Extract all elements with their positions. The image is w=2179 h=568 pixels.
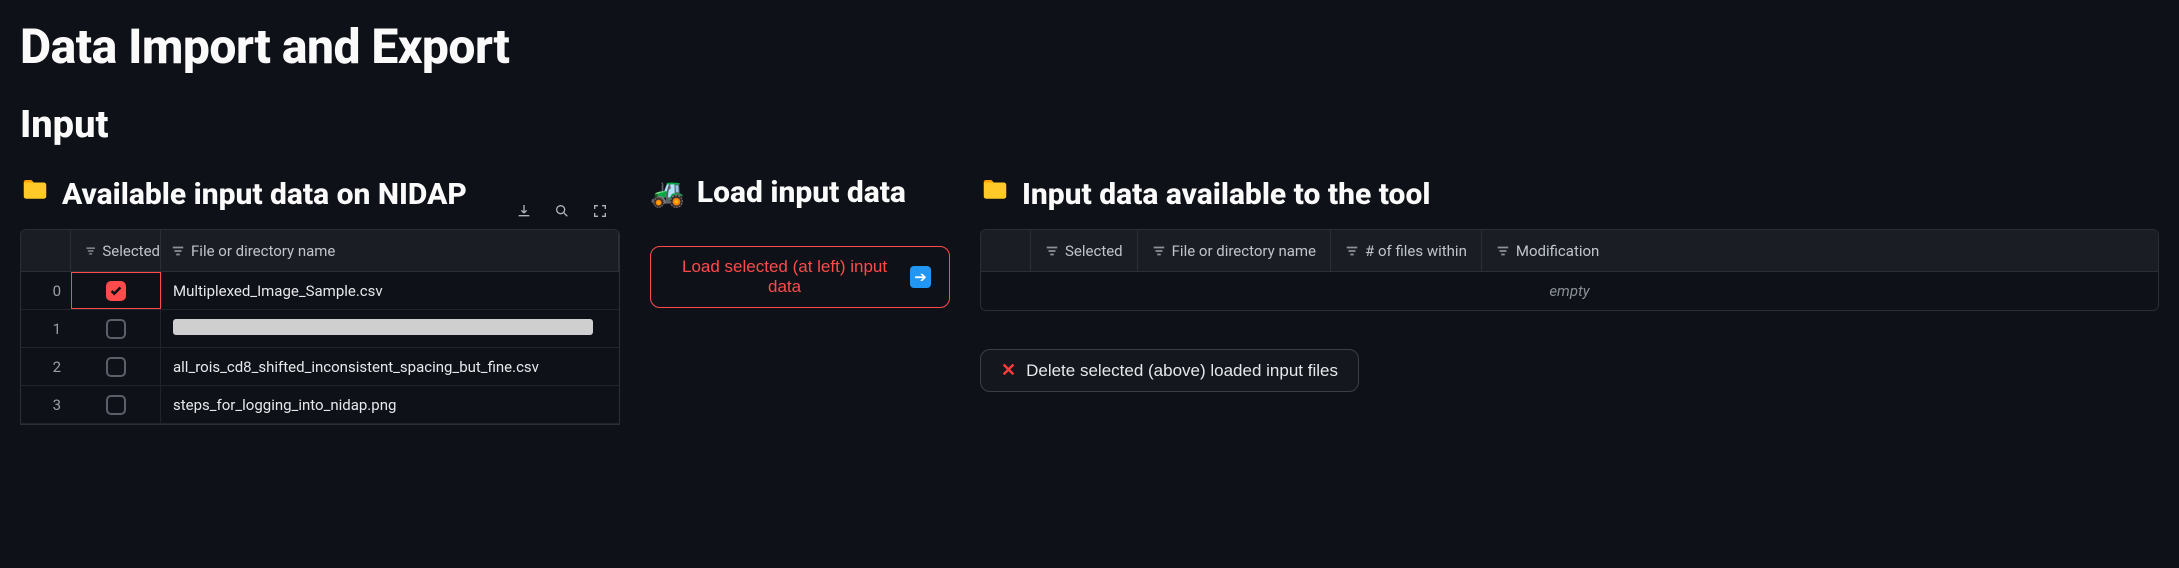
table-row[interactable]: 0 Multiplexed_Image_Sample.csv — [21, 272, 619, 310]
search-icon[interactable] — [554, 203, 570, 223]
checkbox[interactable] — [106, 395, 126, 415]
row-checkbox-cell[interactable] — [71, 348, 161, 385]
available-panel-title: Available input data on NIDAP — [20, 175, 467, 213]
col-selected[interactable]: Selected — [71, 230, 161, 271]
available-table-header: Selected File or directory name — [21, 230, 619, 272]
table-row[interactable]: 1 — [21, 310, 619, 348]
col-mtime[interactable]: Modification — [1482, 230, 1613, 271]
loaded-table-empty: empty — [981, 272, 2158, 310]
folder-icon — [20, 175, 50, 213]
page-title: Data Import and Export — [20, 18, 2159, 75]
checkbox[interactable] — [106, 357, 126, 377]
delete-loaded-button-label: Delete selected (above) loaded input fil… — [1026, 361, 1338, 381]
checkbox[interactable] — [106, 281, 126, 301]
load-selected-button-label: Load selected (at left) input data — [669, 257, 900, 297]
col-count[interactable]: # of files within — [1331, 230, 1482, 271]
checkbox[interactable] — [106, 319, 126, 339]
col-name-2-label: File or directory name — [1172, 242, 1316, 260]
row-checkbox-cell[interactable] — [71, 310, 161, 347]
row-filename: all_rois_cd8_shifted_inconsistent_spacin… — [161, 358, 619, 376]
section-title: Input — [20, 103, 2159, 147]
folder-icon — [980, 175, 1010, 213]
table-row[interactable]: 3 steps_for_logging_into_nidap.png — [21, 386, 619, 424]
loaded-panel-title: Input data available to the tool — [980, 175, 2159, 213]
col-count-label: # of files within — [1365, 242, 1467, 260]
table-row[interactable]: 2 all_rois_cd8_shifted_inconsistent_spaci… — [21, 348, 619, 386]
col-name[interactable]: File or directory name — [161, 230, 619, 271]
tractor-icon: 🚜 — [650, 176, 685, 209]
row-index: 2 — [21, 358, 71, 376]
row-index: 3 — [21, 396, 71, 414]
loaded-table-header: Selected File or directory name # of fil… — [981, 230, 2158, 272]
fullscreen-icon[interactable] — [592, 203, 608, 223]
row-filename: steps_for_logging_into_nidap.png — [161, 396, 619, 414]
col-mtime-label: Modification — [1516, 242, 1599, 260]
row-index: 1 — [21, 320, 71, 338]
row-filename: Multiplexed_Image_Sample.csv — [161, 282, 619, 300]
table-toolbar — [516, 203, 620, 229]
row-index: 0 — [21, 282, 71, 300]
download-icon[interactable] — [516, 203, 532, 223]
col-name-label: File or directory name — [191, 242, 335, 260]
row-checkbox-cell[interactable] — [71, 272, 161, 309]
load-selected-button[interactable]: Load selected (at left) input data ➔ — [650, 246, 950, 308]
available-table: Selected File or directory name 0 Multipl… — [20, 229, 620, 425]
row-checkbox-cell[interactable] — [71, 386, 161, 423]
col-name-2[interactable]: File or directory name — [1138, 230, 1331, 271]
arrow-right-icon: ➔ — [910, 266, 931, 288]
row-filename — [161, 319, 619, 339]
load-panel-title-text: Load input data — [697, 175, 906, 210]
col-selected-label: Selected — [102, 242, 160, 260]
loaded-panel-title-text: Input data available to the tool — [1022, 177, 1430, 212]
available-panel-title-text: Available input data on NIDAP — [62, 177, 467, 212]
close-icon: ✕ — [1001, 360, 1016, 381]
col-selected-2[interactable]: Selected — [1031, 230, 1138, 271]
redacted-text — [173, 319, 593, 335]
delete-loaded-button[interactable]: ✕ Delete selected (above) loaded input f… — [980, 349, 1359, 392]
loaded-table: Selected File or directory name # of fil… — [980, 229, 2159, 311]
col-selected-2-label: Selected — [1065, 242, 1123, 260]
load-panel-title: 🚜 Load input data — [650, 175, 950, 210]
